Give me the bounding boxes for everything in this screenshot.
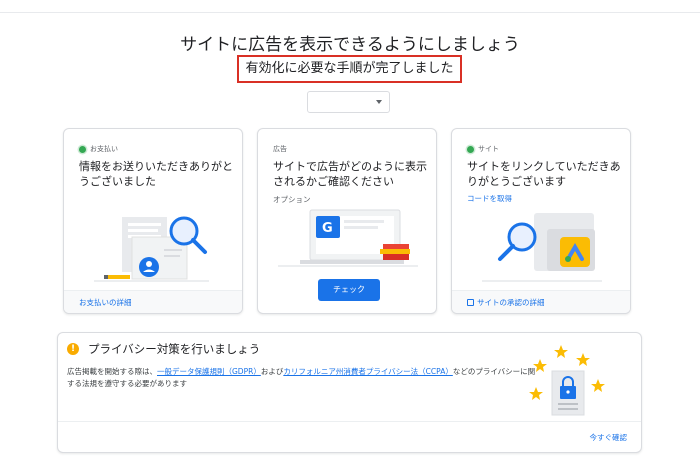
payment-card: お支払い 情報をお送りいただきありがとうございました お支払いの詳細 — [63, 128, 243, 314]
privacy-body: 広告掲載を開始する際は、一般データ保護規則（GDPR）およびカリフォルニア州消費… — [67, 366, 537, 390]
exclamation-circle-icon: ! — [67, 343, 79, 355]
check-button[interactable]: チェック — [318, 279, 380, 301]
site-approval-link[interactable]: サイトの承認の詳細 — [467, 297, 545, 308]
page-title: サイトに広告を表示できるようにしましょう — [180, 35, 520, 55]
status-message: 有効化に必要な手順が完了しました — [237, 55, 462, 83]
privacy-title: プライバシー対策を行いましょう — [88, 342, 261, 356]
top-divider — [0, 12, 700, 13]
privacy-panel: ! プライバシー対策を行いましょう 広告掲載を開始する際は、一般データ保護規則（… — [57, 332, 642, 453]
payment-illustration — [94, 216, 209, 282]
ads-tag: 広告 — [273, 144, 287, 154]
site-headline: サイトをリンクしていただきありがとうございます — [467, 160, 621, 188]
check-dot-icon — [79, 145, 86, 153]
site-tag: サイト — [467, 144, 499, 154]
privacy-body-mid: および — [260, 367, 284, 376]
payment-headline: 情報をお送りいただきありがとうございました — [79, 160, 233, 188]
privacy-illustration — [529, 345, 605, 416]
privacy-body-prefix: 広告掲載を開始する際は、 — [67, 367, 157, 376]
gdpr-link[interactable]: 一般データ保護規則（GDPR） — [157, 367, 261, 376]
payment-tag: お支払い — [79, 144, 118, 154]
ads-card: 広告 サイトで広告がどのように表示されるかご確認ください オプション G チェッ… — [257, 128, 437, 314]
ads-headline: サイトで広告がどのように表示されるかご確認ください — [273, 160, 427, 188]
site-tag-label: サイト — [478, 145, 499, 153]
site-card: サイト サイトをリンクしていただきありがとうございます コードを取得 サイトの承… — [451, 128, 631, 314]
review-now-link[interactable]: 今すぐ確認 — [590, 432, 628, 443]
caret-down-icon — [376, 100, 382, 104]
ads-illustration: G — [278, 209, 418, 267]
ads-tag-label: 広告 — [273, 145, 287, 153]
site-selector-dropdown[interactable] — [307, 91, 390, 113]
get-code-link[interactable]: コードを取得 — [467, 193, 512, 204]
payment-footer: お支払いの詳細 — [64, 290, 242, 313]
payment-details-link[interactable]: お支払いの詳細 — [79, 297, 132, 308]
external-page-icon — [467, 299, 474, 306]
site-approval-label: サイトの承認の詳細 — [477, 298, 545, 307]
svg-text:G: G — [322, 221, 333, 236]
payment-tag-label: お支払い — [90, 145, 118, 153]
ccpa-link[interactable]: カリフォルニア州消費者プライバシー法（CCPA） — [283, 367, 453, 376]
privacy-divider — [58, 421, 641, 422]
site-illustration — [482, 213, 602, 282]
site-footer: サイトの承認の詳細 — [452, 290, 630, 313]
check-dot-icon — [467, 145, 474, 153]
